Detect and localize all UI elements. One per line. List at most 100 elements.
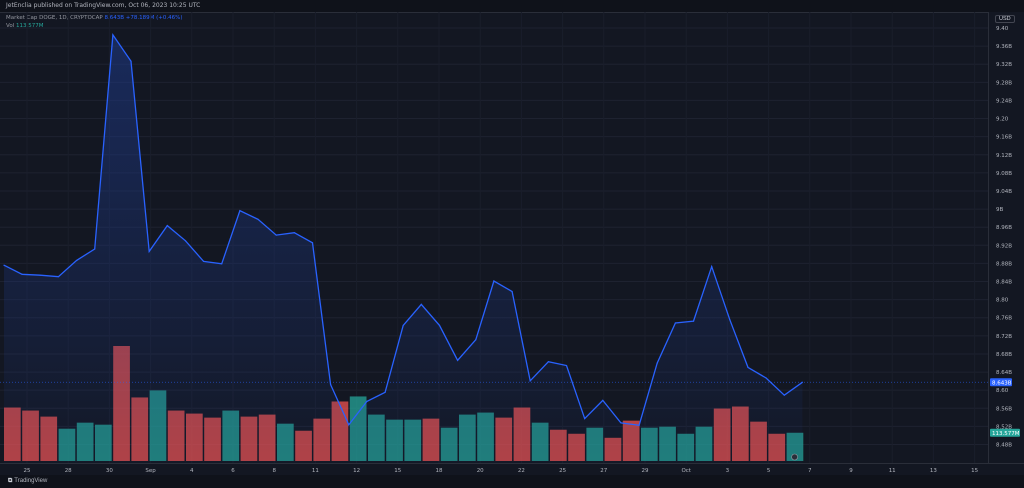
price-axis-labels: 9.40 9.36B 9.32B 9.28B 9.24B 9.20 9.16B 9.12B 9.… [990,26,1020,449]
x-tick-label: 25 [559,468,566,474]
price-point [692,320,695,322]
y-tick-label: 9.16B [996,135,1012,141]
price-point [257,218,259,220]
x-tick-label: 27 [600,468,607,474]
price-point [112,34,114,36]
price-point [21,273,23,275]
brand-text: TradingView [14,478,48,484]
x-tick-label: Sep [145,468,156,474]
x-tick-label: 11 [312,468,319,474]
y-tick-label: 8.84B [996,280,1012,286]
y-tick-label: 8.96B [996,225,1012,231]
x-tick-label: 3 [726,468,730,474]
y-tick-label: 9.36B [996,44,1012,50]
x-tick-label: 29 [642,468,649,474]
y-tick-label: 8.68B [996,352,1012,358]
event-marker-icon[interactable] [791,453,798,461]
last-price-label: 8.643B [992,380,1012,386]
x-tick-label: 18 [436,468,443,474]
x-tick-label: 12 [353,468,360,474]
price-point [330,384,332,386]
price-point [511,290,513,293]
price-point [638,424,640,426]
y-tick-label: 8.92B [996,243,1012,249]
y-tick-label: 9.12B [996,153,1012,159]
price-point [765,377,767,379]
price-point [475,339,477,341]
price-point [438,324,441,327]
y-tick-label: 9.28B [996,80,1012,86]
y-tick-label: 9.40 [996,26,1009,32]
price-point [620,422,622,424]
x-tick-label: 7 [808,468,812,474]
price-point [94,248,96,250]
price-point [747,366,749,369]
price-point [674,322,676,324]
price-point [493,280,495,282]
price-point [420,303,422,305]
price-point [602,399,604,402]
price-point [656,362,658,364]
y-tick-label: 8.48B [996,443,1012,449]
price-point [402,324,404,327]
price-point [75,259,78,262]
price-point [729,319,731,321]
x-tick-label: 11 [889,468,896,474]
y-tick-label: 8.76B [996,316,1012,322]
x-tick-label: 8 [272,468,276,474]
y-tick-label: 9.08B [996,171,1012,177]
price-point [348,424,350,426]
price-point [275,234,277,236]
y-tick-label: 8.72B [996,334,1012,340]
y-tick-label: 8.80 [996,298,1009,304]
price-point [39,274,41,276]
x-tick-label: 5 [767,468,771,474]
price-point [711,266,713,268]
y-tick-label: 8.88B [996,261,1012,267]
chart-canvas[interactable] [0,12,988,463]
price-point [457,359,459,361]
y-tick-label: 9.04B [996,189,1012,195]
x-tick-label: 13 [930,468,937,474]
y-tick-label: 9.32B [996,62,1012,68]
price-area-fill [4,34,803,463]
price-point [311,242,314,244]
price-point [3,264,5,266]
price-point [221,263,223,265]
x-tick-label: 15 [394,468,401,474]
price-point [529,380,531,382]
price-point [293,232,295,234]
y-tick-label: 9.20 [996,117,1009,123]
x-tick-label: 9 [849,468,853,474]
x-tick-label: 4 [190,468,194,474]
price-point [184,240,187,242]
x-tick-label: 30 [106,468,113,474]
x-tick-label: 15 [971,468,978,474]
y-tick-label: 8.56B [996,406,1012,412]
x-tick-label: 6 [231,468,235,474]
footer: ⧉ TradingView [0,475,1024,488]
x-tick-label: 28 [65,468,72,474]
price-point [57,276,60,278]
price-point [148,250,150,252]
x-tick-label: Oct [681,468,691,474]
last-volume-label: 113.577M [992,431,1020,437]
x-tick-label: 20 [477,468,484,474]
price-point [565,364,568,367]
publisher-text: JetEnclia published on TradingView.com, … [6,2,201,9]
x-tick-label: 22 [518,468,525,474]
price-point [239,210,241,212]
price-point [384,391,386,393]
price-point [366,400,368,402]
price-point [166,224,168,227]
price-point [547,361,549,363]
tradingview-brand[interactable]: ⧉ TradingView [8,478,47,485]
y-tick-label: 9.24B [996,98,1012,104]
y-tick-label: 8.60 [996,388,1009,394]
tradingview-logo-icon: ⧉ [8,478,13,484]
x-tick-label: 25 [24,468,31,474]
price-point [783,394,785,396]
y-tick-label: 8.64B [996,370,1012,376]
price-point [202,260,205,262]
price-point [130,60,132,62]
